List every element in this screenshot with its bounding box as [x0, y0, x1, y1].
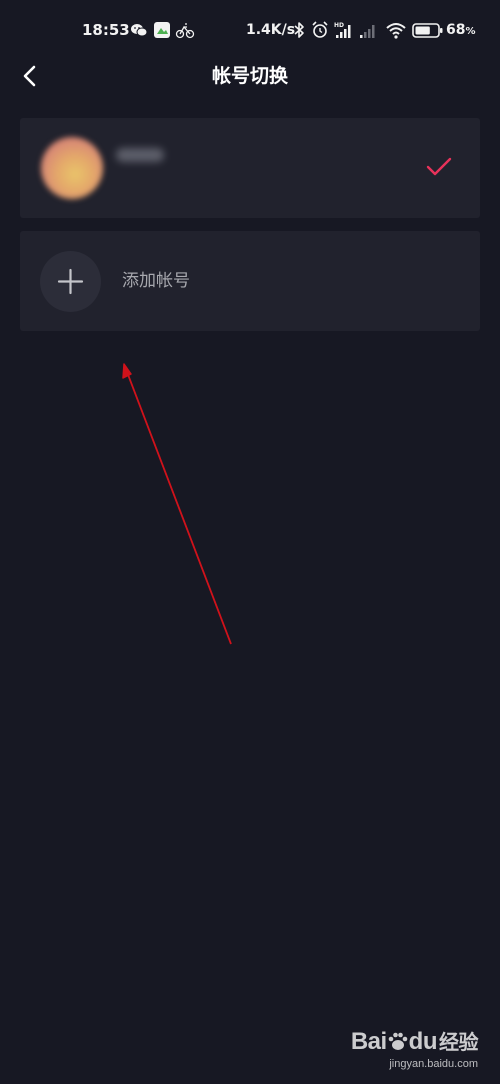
- add-account-label: 添加帐号: [122, 271, 190, 291]
- battery-icon: [412, 23, 443, 38]
- signal-hd-icon: HD: [334, 22, 351, 38]
- bike-app-icon: [175, 23, 195, 39]
- account-name-blurred: [116, 148, 164, 162]
- page-title: 帐号切换: [211, 65, 288, 87]
- battery-percent: 68%: [446, 22, 476, 38]
- svg-text:HD: HD: [334, 22, 344, 29]
- watermark-brand: Bai du 经验: [350, 1028, 479, 1055]
- status-bar: 18:53 1.4K/s HD 68%: [0, 0, 500, 60]
- watermark-url: jingyan.baidu.com: [389, 1058, 478, 1070]
- plus-icon: [57, 268, 84, 295]
- bluetooth-icon: [294, 22, 304, 38]
- current-account-card[interactable]: [20, 118, 480, 218]
- add-account-icon-circle: [40, 251, 101, 312]
- baidu-jingyan-watermark: Bai du 经验 jingyan.baidu.com: [338, 1028, 479, 1078]
- paw-icon: [388, 1032, 407, 1050]
- status-time: 18:53: [82, 21, 130, 39]
- app-icon: [154, 22, 170, 38]
- add-account-button[interactable]: 添加帐号: [20, 231, 480, 331]
- network-speed: 1.4K/s: [246, 22, 296, 38]
- signal-icon: [360, 25, 375, 38]
- checkmark-icon: [426, 157, 452, 176]
- wechat-icon: [131, 24, 148, 37]
- avatar: [41, 137, 103, 199]
- alarm-icon: [312, 21, 328, 38]
- wifi-icon: [386, 23, 406, 39]
- header: 帐号切换: [0, 56, 500, 96]
